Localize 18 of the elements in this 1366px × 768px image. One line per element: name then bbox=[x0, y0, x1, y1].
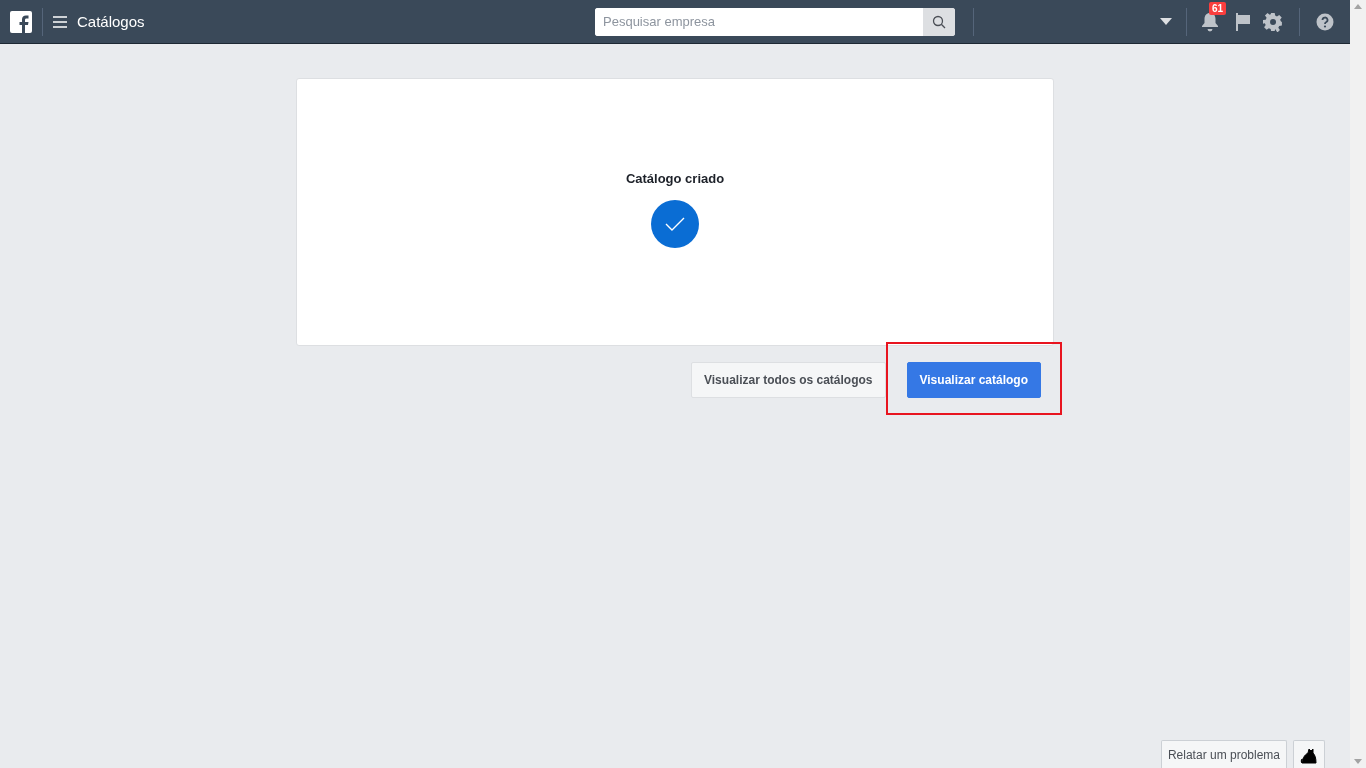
dropdown-button[interactable] bbox=[1160, 18, 1172, 25]
notification-badge: 61 bbox=[1209, 1, 1227, 15]
search-field[interactable]: Pesquisar empresa bbox=[595, 7, 955, 36]
logo-icon[interactable] bbox=[10, 10, 32, 33]
page-title: Catálogos bbox=[77, 13, 145, 30]
help-icon[interactable] bbox=[1316, 12, 1334, 31]
report-problem-button[interactable]: Relatar um problema bbox=[1160, 740, 1287, 768]
flag-icon[interactable] bbox=[1235, 12, 1251, 31]
search-button[interactable] bbox=[923, 7, 955, 36]
notifications-button[interactable]: 61 bbox=[1201, 1, 1223, 32]
action-button[interactable]: Visualizar todos os catálogos bbox=[691, 362, 886, 398]
success-message: Catálogo criado bbox=[625, 171, 725, 186]
menu-icon[interactable] bbox=[53, 15, 67, 28]
cat-icon[interactable] bbox=[1293, 740, 1325, 768]
check-circle-icon bbox=[651, 200, 699, 248]
settings-icon[interactable] bbox=[1263, 11, 1283, 32]
search-icon bbox=[932, 14, 946, 29]
action-button[interactable]: Visualizar catálogo bbox=[906, 362, 1041, 398]
